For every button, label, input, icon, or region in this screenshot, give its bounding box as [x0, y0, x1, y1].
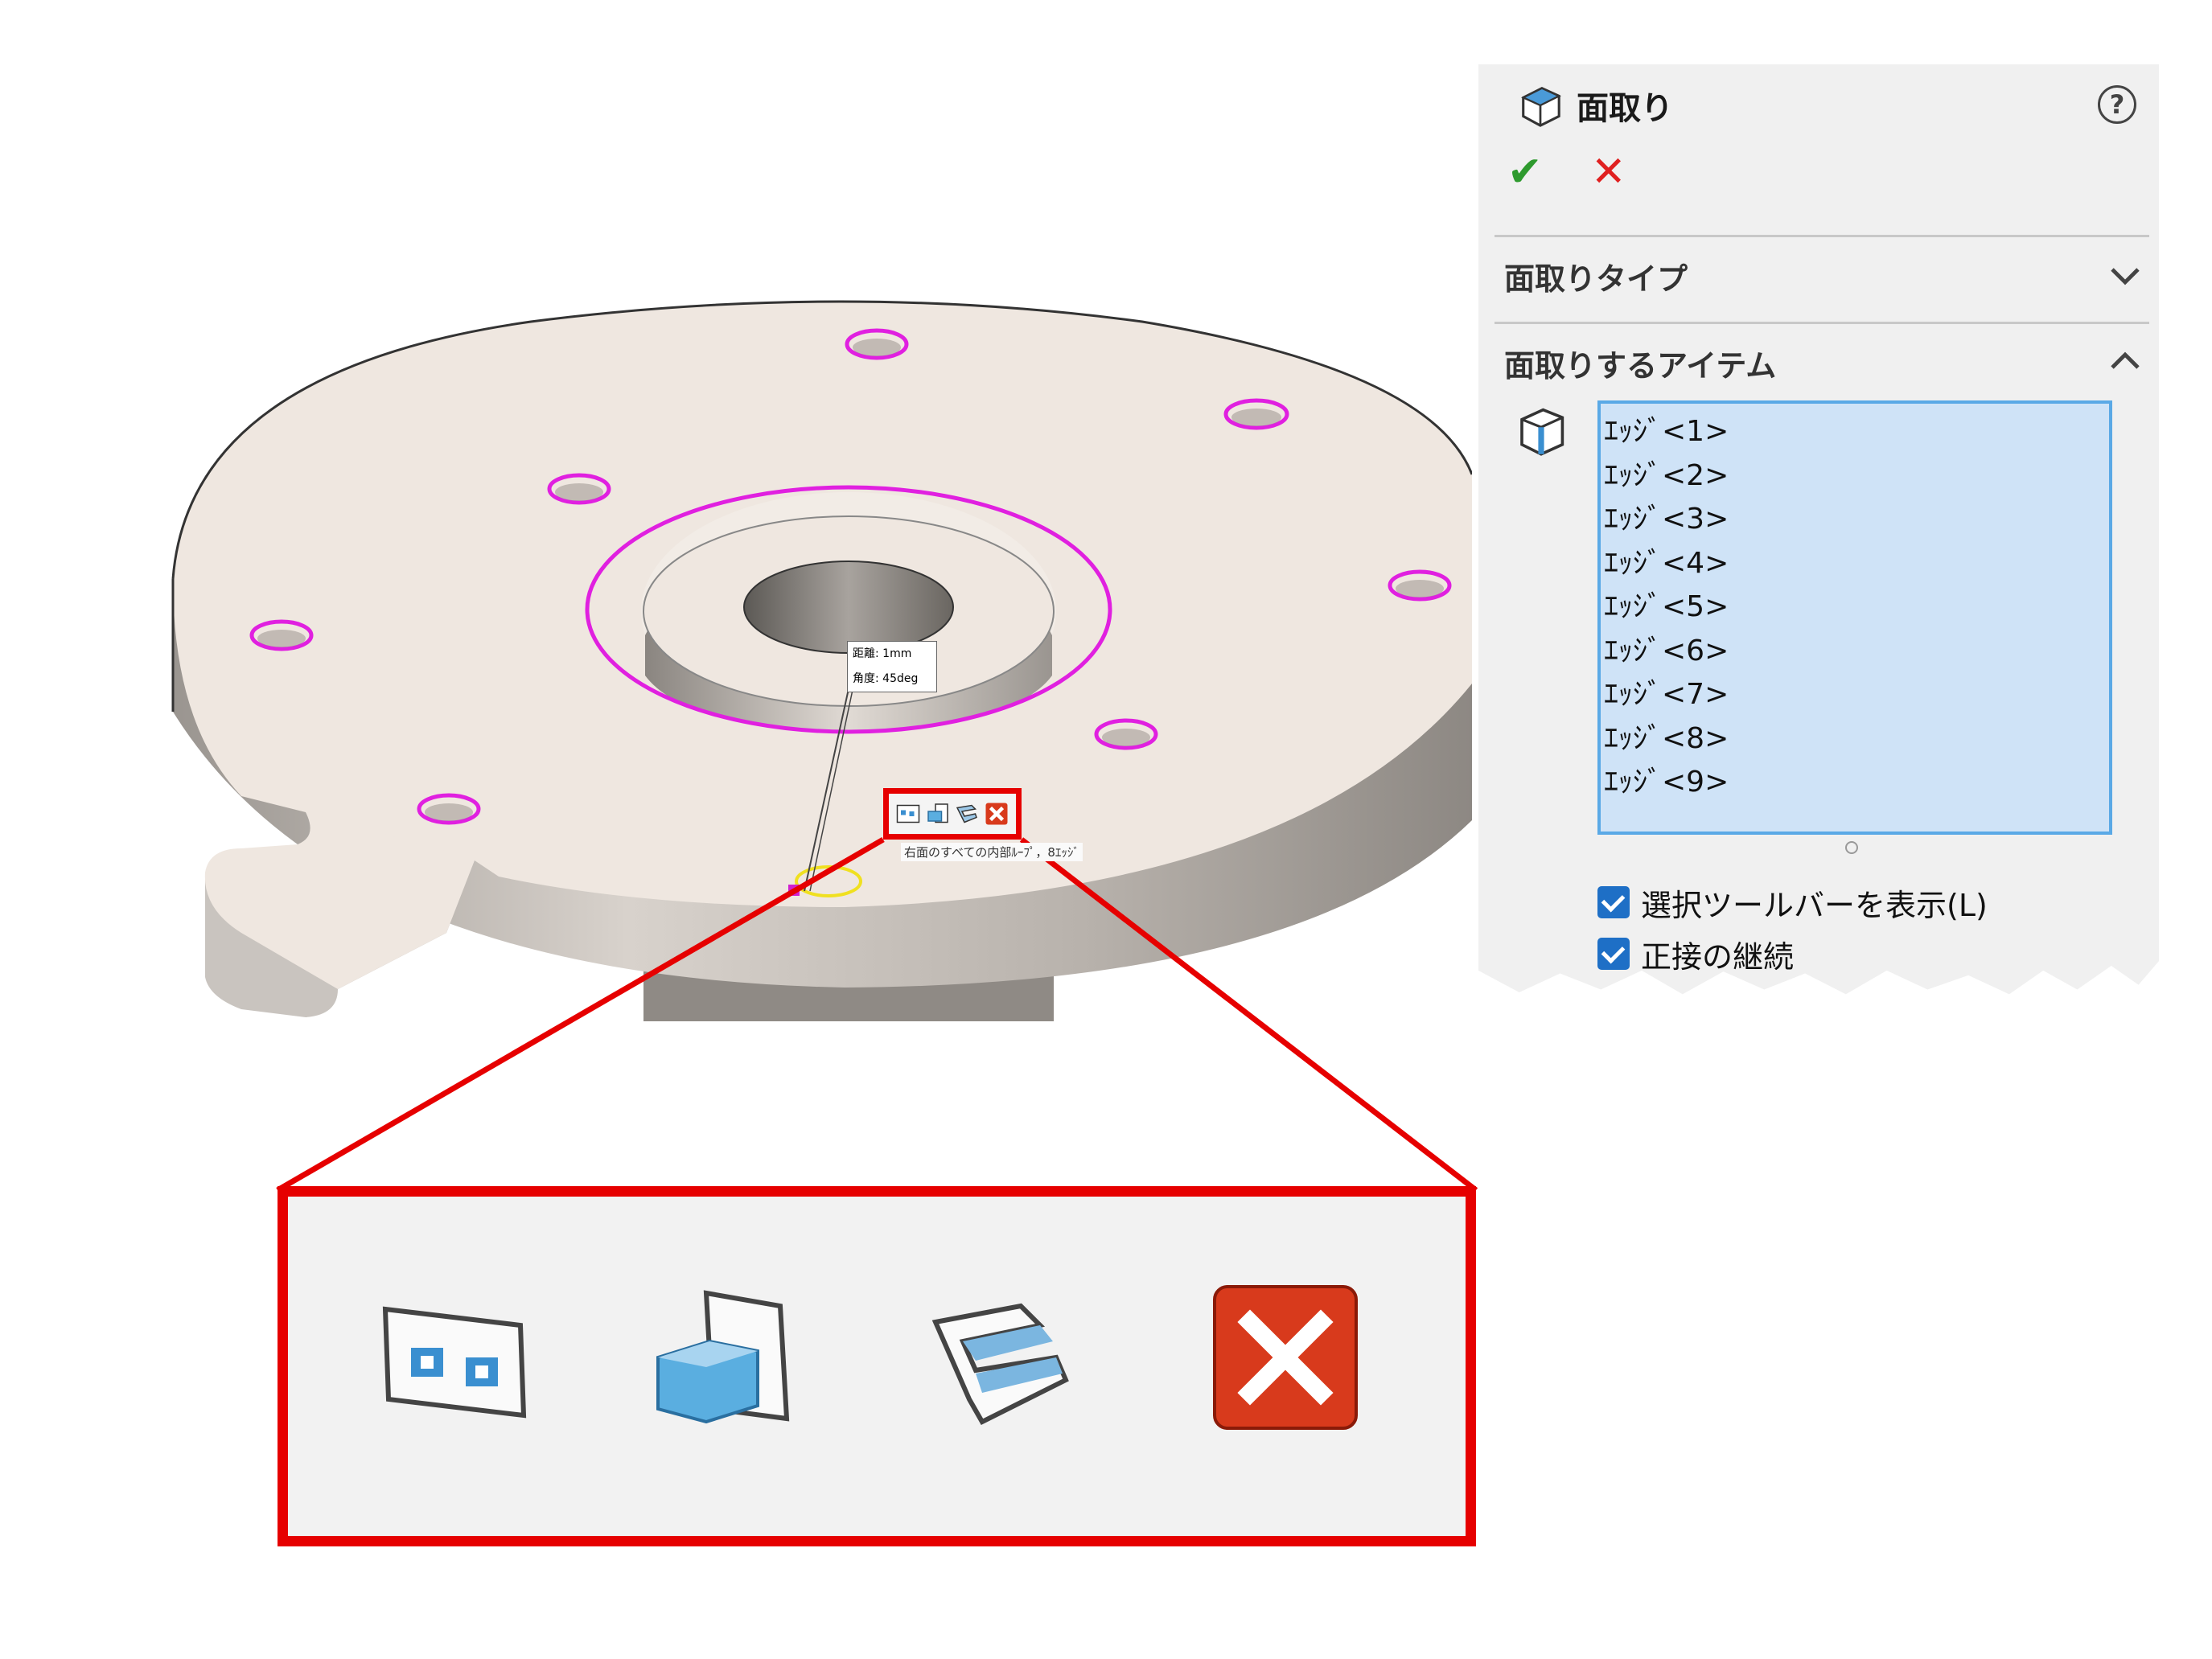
- select-inner-loops-icon[interactable]: [896, 802, 920, 826]
- list-resize-handle[interactable]: [1845, 841, 1858, 854]
- divider: [1495, 322, 2149, 324]
- list-item[interactable]: ｴｯｼﾞ<1>: [1604, 410, 2109, 454]
- chamfer-feature-icon: [1521, 87, 1561, 127]
- list-item[interactable]: ｴｯｼﾞ<7>: [1604, 673, 2109, 717]
- list-item[interactable]: ｴｯｼﾞ<5>: [1604, 585, 2109, 630]
- select-connected-icon[interactable]: [926, 802, 950, 826]
- chevron-down-icon[interactable]: [2109, 264, 2141, 288]
- divider: [1495, 235, 2149, 237]
- panel-title: 面取り: [1577, 90, 1673, 127]
- checkbox-label: 正接の継続: [1641, 938, 1795, 975]
- checkbox-label: 選択ツールバーを表示(L): [1641, 887, 1988, 923]
- close-toolbar-icon[interactable]: [1205, 1277, 1366, 1438]
- close-toolbar-icon[interactable]: [985, 802, 1009, 826]
- show-selection-toolbar-checkbox[interactable]: 選択ツールバーを表示(L): [1597, 881, 1988, 923]
- list-item[interactable]: ｴｯｼﾞ<6>: [1604, 630, 2109, 674]
- select-tangent-icon[interactable]: [955, 802, 979, 826]
- selection-tooltip: 右面のすべての内部ﾙｰﾌﾟ，8ｴｯｼﾞ: [901, 843, 1083, 861]
- ok-check-icon[interactable]: ✔: [1507, 148, 1543, 196]
- chamfer-dimension-tag[interactable]: 距離: 1mm 角度: 45deg: [847, 641, 937, 692]
- list-item[interactable]: ｴｯｼﾞ<3>: [1604, 498, 2109, 542]
- select-tangent-icon[interactable]: [927, 1277, 1088, 1438]
- checkbox-checked-icon[interactable]: [1597, 938, 1630, 970]
- section-chamfer-type[interactable]: 面取りタイプ: [1504, 254, 1688, 298]
- checkbox-checked-icon[interactable]: [1597, 886, 1630, 918]
- distance-value[interactable]: 距離: 1mm: [848, 642, 936, 667]
- chevron-up-icon[interactable]: [2109, 349, 2141, 373]
- help-icon[interactable]: ?: [2098, 85, 2136, 124]
- chamfer-property-manager: 面取り ? ✔ ✕ 面取りタイプ 面取りするアイテム ｴｯｼﾞ<1> ｴｯｼﾞ<…: [1478, 64, 2159, 995]
- selection-toolbar-mini: [883, 788, 1022, 840]
- tangent-propagation-checkbox[interactable]: 正接の継続: [1597, 933, 1794, 975]
- angle-value[interactable]: 角度: 45deg: [848, 667, 936, 692]
- edge-selection-list[interactable]: ｴｯｼﾞ<1> ｴｯｼﾞ<2> ｴｯｼﾞ<3> ｴｯｼﾞ<4> ｴｯｼﾞ<5> …: [1597, 400, 2112, 835]
- select-inner-loops-icon[interactable]: [372, 1277, 533, 1438]
- select-connected-icon[interactable]: [642, 1277, 803, 1438]
- part-model: [171, 300, 1472, 1021]
- edge-selector-icon: [1520, 408, 1564, 456]
- list-item[interactable]: ｴｯｼﾞ<8>: [1604, 717, 2109, 762]
- list-item[interactable]: ｴｯｼﾞ<9>: [1604, 761, 2109, 805]
- list-item[interactable]: ｴｯｼﾞ<2>: [1604, 454, 2109, 499]
- list-item[interactable]: ｴｯｼﾞ<4>: [1604, 542, 2109, 586]
- zoomed-selection-toolbar: [278, 1186, 1476, 1546]
- cancel-x-icon[interactable]: ✕: [1591, 148, 1626, 196]
- section-items-to-chamfer[interactable]: 面取りするアイテム: [1504, 341, 1776, 385]
